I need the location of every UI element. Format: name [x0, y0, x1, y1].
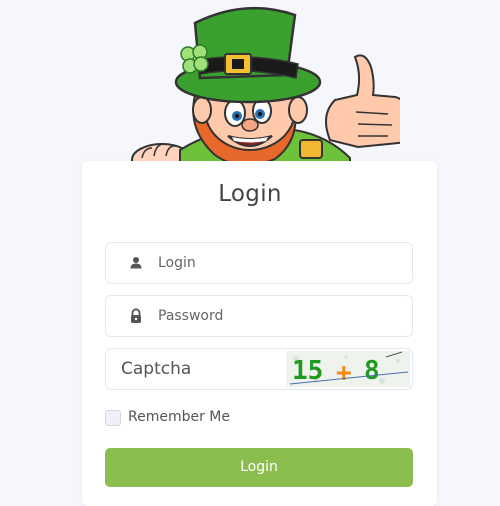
remember-label: Remember Me: [128, 409, 230, 425]
clover-icon: [180, 44, 209, 74]
password-field[interactable]: [105, 295, 413, 337]
captcha-image: 15 + 8: [286, 351, 410, 387]
leprechaun-mascot: [131, 6, 400, 175]
captcha-digits-b: 8: [364, 356, 380, 386]
captcha-field[interactable]: 15 + 8: [105, 348, 413, 390]
user-icon: [130, 257, 142, 269]
login-field[interactable]: [105, 242, 413, 284]
login-input[interactable]: [158, 243, 398, 283]
remember-checkbox[interactable]: [105, 410, 121, 426]
captcha-plus: +: [336, 358, 352, 387]
login-title: Login: [218, 181, 282, 207]
lock-icon: [131, 308, 141, 323]
login-submit-button[interactable]: Login: [105, 448, 413, 487]
captcha-input[interactable]: [121, 349, 271, 389]
mascot-thumbs-up-hand: [325, 54, 400, 149]
password-input[interactable]: [158, 296, 398, 336]
